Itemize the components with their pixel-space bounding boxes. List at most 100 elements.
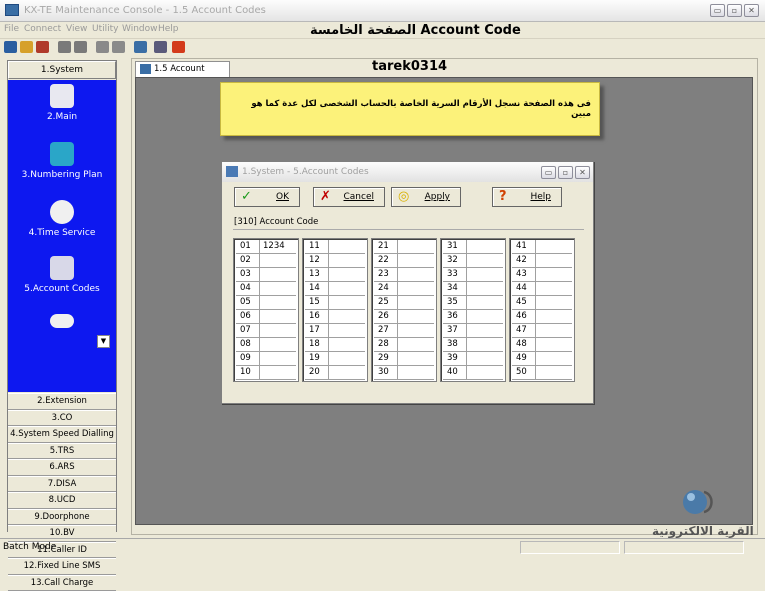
account-code-field[interactable] [398,324,434,337]
account-code-field[interactable] [467,310,503,323]
account-code-field[interactable] [467,324,503,337]
account-code-field[interactable] [398,310,434,323]
account-code-row: 22 [374,254,434,268]
account-code-field[interactable] [260,268,296,281]
account-code-field[interactable] [329,268,365,281]
account-code-field[interactable] [398,352,434,365]
close-button[interactable]: ✕ [744,4,759,17]
dialog-close-button[interactable]: ✕ [575,166,590,179]
account-code-row: 30 [374,366,434,380]
sidebar-item-numbering-plan[interactable]: 3.Numbering Plan [8,142,116,180]
menu-utility[interactable]: Utility [92,24,118,34]
account-code-field[interactable] [260,338,296,351]
account-code-field[interactable] [260,310,296,323]
sidebar-item-fixed-line-sms[interactable]: 12.Fixed Line SMS [8,558,116,575]
paste-icon[interactable] [112,41,125,53]
account-code-row: 32 [443,254,503,268]
account-code-field[interactable] [536,254,572,267]
tab-account-codes[interactable]: 1.5 Account Codes [135,61,230,77]
dialog-title-bar: 1.System - 5.Account Codes ▭ ▫ ✕ [222,162,593,182]
account-code-field[interactable] [467,282,503,295]
account-code-field[interactable] [329,240,365,253]
account-code-field[interactable] [260,324,296,337]
upload-icon[interactable] [58,41,71,53]
account-code-field[interactable] [398,254,434,267]
account-code-field[interactable] [329,352,365,365]
sidebar-item-next[interactable] [8,314,116,332]
account-code-field[interactable] [398,240,434,253]
sidebar-item-main[interactable]: 2.Main [8,84,116,122]
connect-icon[interactable] [4,41,17,53]
account-code-field[interactable] [536,352,572,365]
menu-help[interactable]: Help [158,24,179,34]
sidebar-item-speed-dialling[interactable]: 4.System Speed Dialling [8,426,116,443]
account-code-field[interactable] [536,310,572,323]
sidebar-item-disa[interactable]: 7.DISA [8,476,116,493]
account-code-field[interactable] [467,240,503,253]
print-icon[interactable] [154,41,167,53]
account-code-field[interactable] [467,366,503,379]
account-code-field[interactable] [398,282,434,295]
sidebar-header[interactable]: 1.System [8,61,116,79]
account-code-field[interactable] [467,268,503,281]
account-code-field[interactable] [329,254,365,267]
sidebar-item-call-charge[interactable]: 13.Call Charge [8,575,116,591]
account-code-field[interactable] [260,282,296,295]
account-code-field[interactable] [398,268,434,281]
account-code-field[interactable] [260,254,296,267]
account-code-field[interactable] [329,310,365,323]
account-code-field[interactable] [398,338,434,351]
account-code-field[interactable] [329,282,365,295]
scroll-down-button[interactable]: ▼ [97,335,110,348]
sidebar-list: 2.Extension 3.CO 4.System Speed Dialling… [8,393,116,591]
account-code-field[interactable] [536,324,572,337]
menu-connect[interactable]: Connect [24,24,61,34]
account-code-field[interactable] [398,366,434,379]
account-code-field[interactable] [536,366,572,379]
minimize-button[interactable]: ▭ [710,4,725,17]
account-code-field[interactable] [536,268,572,281]
sidebar-item-ars[interactable]: 6.ARS [8,459,116,476]
account-code-field[interactable] [467,352,503,365]
menu-view[interactable]: View [66,24,87,34]
cancel-button[interactable]: ✗ Cancel [313,187,385,207]
help-button[interactable]: ? Help [492,187,562,207]
dialog-minimize-button[interactable]: ▭ [541,166,556,179]
account-code-field[interactable] [536,240,572,253]
ok-button[interactable]: ✓ OK [234,187,300,207]
maximize-button[interactable]: ▫ [727,4,742,17]
account-code-field[interactable] [329,324,365,337]
sidebar-item-doorphone[interactable]: 9.Doorphone [8,509,116,526]
open-icon[interactable] [20,41,33,53]
sidebar-item-co[interactable]: 3.CO [8,410,116,427]
account-code-field[interactable] [467,338,503,351]
account-code-field[interactable] [398,296,434,309]
account-code-field[interactable] [329,366,365,379]
sidebar-item-trs[interactable]: 5.TRS [8,443,116,460]
dialog-maximize-button[interactable]: ▫ [558,166,573,179]
account-code-field[interactable] [329,338,365,351]
sidebar-item-extension[interactable]: 2.Extension [8,393,116,410]
menu-file[interactable]: File [4,24,19,34]
account-code-field[interactable] [260,296,296,309]
help-icon[interactable] [172,41,185,53]
copy-icon[interactable] [96,41,109,53]
setup-icon[interactable] [134,41,147,53]
account-code-field[interactable] [536,282,572,295]
download-icon[interactable] [74,41,87,53]
apply-button[interactable]: ◎ Apply [391,187,461,207]
account-code-field[interactable] [467,254,503,267]
account-code-row: 11 [305,240,365,254]
account-code-field[interactable] [467,296,503,309]
account-code-field[interactable]: 1234 [260,240,296,253]
sidebar-item-time-service[interactable]: 4.Time Service [8,200,116,238]
account-code-field[interactable] [260,366,296,379]
sidebar-item-account-codes[interactable]: 5.Account Codes [8,256,116,294]
refresh-icon[interactable] [36,41,49,53]
account-code-field[interactable] [329,296,365,309]
account-code-field[interactable] [536,338,572,351]
account-code-field[interactable] [260,352,296,365]
sidebar-item-ucd[interactable]: 8.UCD [8,492,116,509]
account-code-field[interactable] [536,296,572,309]
menu-window[interactable]: Window [122,24,158,34]
